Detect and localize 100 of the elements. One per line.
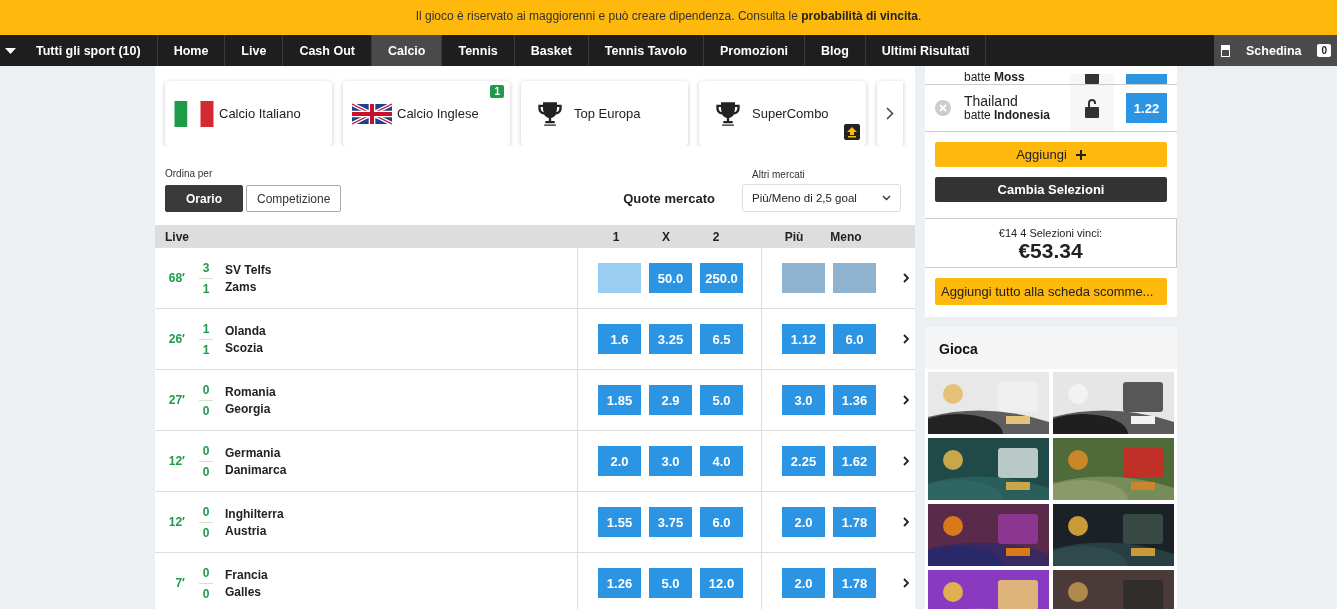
category-card[interactable]: Top Europa xyxy=(521,81,688,146)
chevron-right-icon[interactable] xyxy=(903,334,909,344)
category-card[interactable]: Calcio Italiano xyxy=(165,81,332,146)
selection-name: Thailand xyxy=(964,94,1019,108)
selection-detail: batte Indonesia xyxy=(964,108,1052,122)
column-header: 2 xyxy=(711,229,721,244)
team-name: Galles xyxy=(225,584,263,599)
odds-button[interactable]: 1.36 xyxy=(833,385,876,415)
betslip-tab[interactable]: Schedina 0 xyxy=(1214,35,1337,66)
match-minute: 68′ xyxy=(167,271,186,285)
odds-button[interactable]: 3.0 xyxy=(649,446,692,476)
column-header: 1 xyxy=(611,229,621,244)
odds-button[interactable]: 1.85 xyxy=(598,385,641,415)
change-selections-button[interactable]: Cambia Selezioni xyxy=(935,177,1167,202)
odds-button[interactable]: 5.0 xyxy=(700,385,743,415)
team-name: Danimarca xyxy=(225,462,288,477)
odds-button[interactable]: 1.6 xyxy=(598,324,641,354)
odds-button[interactable]: 2.0 xyxy=(782,507,825,537)
score: 1 xyxy=(202,342,210,357)
selection-detail: batte Moss xyxy=(964,70,1026,84)
sort-option[interactable]: Orario xyxy=(165,185,243,212)
match-minute: 12′ xyxy=(167,515,186,529)
sort-label: Ordina per xyxy=(165,168,214,179)
odds-button[interactable]: 3.75 xyxy=(649,507,692,537)
betslip-count: 0 xyxy=(1317,44,1331,57)
odds-button[interactable]: 6.5 xyxy=(700,324,743,354)
match-minute: 27′ xyxy=(167,393,186,407)
market-dropdown[interactable]: Più/Meno di 2,5 goal xyxy=(742,184,901,212)
caret-down-icon[interactable] xyxy=(4,47,16,54)
odds-button[interactable]: 6.0 xyxy=(833,324,876,354)
odds-box: 1.22 xyxy=(1126,93,1167,123)
add-button[interactable]: Aggiungi xyxy=(935,142,1167,167)
category-card[interactable]: Calcio Inglese 1 xyxy=(343,81,510,146)
team-name: Georgia xyxy=(225,401,272,416)
odds-button[interactable]: 1.78 xyxy=(833,568,876,598)
odds-button[interactable]: 2.0 xyxy=(598,446,641,476)
market-label: Altri mercati xyxy=(752,169,806,180)
market-title: Quote mercato xyxy=(623,191,715,206)
odds-button[interactable]: 6.0 xyxy=(700,507,743,537)
team-name: Francia xyxy=(225,567,269,582)
match-minute: 12′ xyxy=(167,454,186,468)
odds-button[interactable]: 5.0 xyxy=(649,568,692,598)
odds-button[interactable]: 1.26 xyxy=(598,568,641,598)
chevron-right-icon[interactable] xyxy=(903,517,909,527)
odds-button[interactable]: 50.0 xyxy=(649,263,692,293)
score: 0 xyxy=(202,525,210,540)
odds-button[interactable]: 1.55 xyxy=(598,507,641,537)
odds-button[interactable]: 2.25 xyxy=(782,446,825,476)
italy-flag-icon xyxy=(174,100,214,127)
category-card[interactable]: SuperCombo xyxy=(699,81,866,146)
team-name: Inghilterra xyxy=(225,506,285,521)
nav-tab[interactable]: Tutti gli sport (10) xyxy=(20,35,158,66)
nav-tab[interactable]: Calcio xyxy=(371,35,443,66)
team-name: Olanda xyxy=(225,323,267,338)
score: 3 xyxy=(202,260,210,275)
odds-button[interactable]: 1.78 xyxy=(833,507,876,537)
plus-icon xyxy=(1075,149,1086,160)
score: 0 xyxy=(202,464,210,479)
chevron-down-icon xyxy=(882,195,891,201)
score: 1 xyxy=(202,321,210,336)
match-minute: 7′ xyxy=(174,576,186,590)
odds-button[interactable]: 4.0 xyxy=(700,446,743,476)
odds-button[interactable]: 2.9 xyxy=(649,385,692,415)
chevron-right-icon[interactable] xyxy=(903,456,909,466)
add-all-button[interactable]: Aggiungi tutto alla scheda scomme... xyxy=(935,278,1167,305)
odds-box xyxy=(1126,74,1167,84)
trophy-icon xyxy=(714,99,742,128)
chevron-right-icon xyxy=(886,107,894,120)
score: 1 xyxy=(202,281,210,296)
team-name: Scozia xyxy=(225,340,264,355)
odds-button[interactable]: 1.62 xyxy=(833,446,876,476)
sort-option[interactable]: Competizione xyxy=(246,185,342,212)
odds-button[interactable]: 2.0 xyxy=(782,568,825,598)
column-header: Più xyxy=(783,229,805,244)
team-name: Germania xyxy=(225,445,282,460)
score: 0 xyxy=(202,565,210,580)
odds-button[interactable]: 3.0 xyxy=(782,385,825,415)
odds-button[interactable]: 1.12 xyxy=(782,324,825,354)
chevron-right-icon[interactable] xyxy=(903,395,909,405)
team-name: Romania xyxy=(225,384,277,399)
odds-button[interactable]: 250.0 xyxy=(700,263,743,293)
team-name: Zams xyxy=(225,279,258,294)
chevron-right-icon[interactable] xyxy=(903,273,909,283)
odds-button[interactable]: 3.25 xyxy=(649,324,692,354)
column-header: Meno xyxy=(829,229,863,244)
score: 0 xyxy=(202,382,210,397)
score: 0 xyxy=(202,586,210,601)
section-title: Gioca xyxy=(938,340,979,359)
column-header: X xyxy=(661,229,671,244)
uk-flag-icon xyxy=(352,100,392,127)
score: 0 xyxy=(202,443,210,458)
column-header: Live xyxy=(164,229,190,244)
odds-button[interactable]: 12.0 xyxy=(700,568,743,598)
match-minute: 26′ xyxy=(167,332,186,346)
chevron-right-icon[interactable] xyxy=(903,578,909,588)
payout-amount: €53.34 xyxy=(1018,239,1083,263)
calculator-icon xyxy=(1221,44,1230,57)
trophy-icon xyxy=(536,99,564,128)
summary-text: €14 4 Selezioni vinci: xyxy=(998,227,1103,239)
team-name: Austria xyxy=(225,523,268,538)
